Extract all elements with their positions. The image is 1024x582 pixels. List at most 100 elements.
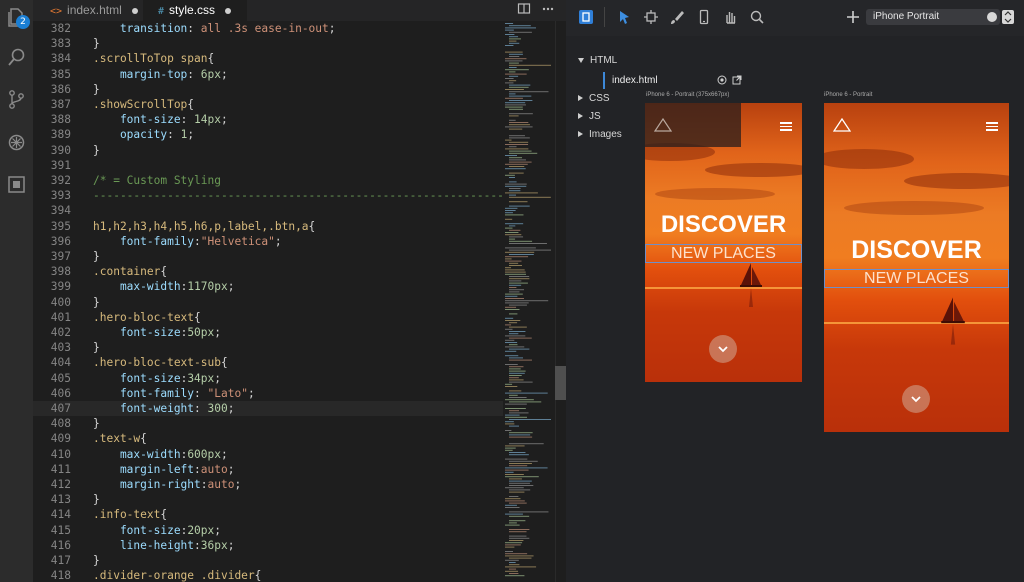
- unsaved-dot-icon[interactable]: [225, 7, 232, 14]
- code-line[interactable]: 392 /* = Custom Styling: [33, 173, 503, 188]
- unsaved-dot-icon[interactable]: [131, 7, 138, 14]
- more-actions-icon[interactable]: [541, 2, 555, 16]
- code-text: }: [93, 143, 100, 157]
- collapse-triangle-icon[interactable]: [578, 131, 583, 138]
- minimap[interactable]: [503, 21, 555, 582]
- code-line[interactable]: 402 font-size:50px;: [33, 325, 503, 340]
- code-text: .hero-bloc-text{: [93, 310, 201, 324]
- code-line[interactable]: 413}: [33, 492, 503, 507]
- hamburger-menu-icon[interactable]: [780, 122, 792, 131]
- code-line[interactable]: 411 margin-left:auto;: [33, 462, 503, 477]
- code-line[interactable]: 394: [33, 203, 503, 218]
- code-line[interactable]: 417}: [33, 553, 503, 568]
- code-line[interactable]: 404 .hero-bloc-text-sub{: [33, 355, 503, 370]
- code-line[interactable]: 412 margin-right:auto;: [33, 477, 503, 492]
- tree-file-index-html[interactable]: index.html: [603, 72, 751, 89]
- code-line[interactable]: 388 font-size: 14px;: [33, 112, 503, 127]
- code-line[interactable]: 395 h1,h2,h3,h4,h5,h6,p,label,.btn,a{: [33, 219, 503, 234]
- scroll-down-button[interactable]: [902, 385, 930, 413]
- code-text: font-size:50px;: [93, 326, 222, 339]
- line-number: 409: [50, 432, 71, 446]
- code-line[interactable]: 387 .showScrollTop{: [33, 97, 503, 112]
- tab-style-css[interactable]: # style.css: [143, 0, 247, 21]
- code-line[interactable]: 382 transition: all .3s ease-in-out;: [33, 21, 503, 36]
- line-number: 392: [50, 174, 71, 187]
- device-select[interactable]: iPhone Portrait: [866, 9, 1000, 25]
- code-line[interactable]: 416 line-height:36px;: [33, 538, 503, 553]
- tree-folder-css[interactable]: CSS: [578, 92, 610, 106]
- stepper-icon[interactable]: [1002, 10, 1014, 24]
- code-line[interactable]: 408}: [33, 416, 503, 431]
- split-editor-icon[interactable]: [517, 2, 531, 16]
- scrollbar-thumb[interactable]: [555, 366, 566, 400]
- code-line[interactable]: 386}: [33, 82, 503, 97]
- extensions-icon[interactable]: [6, 174, 27, 195]
- code-line[interactable]: 418 .divider-orange .divider{: [33, 568, 503, 582]
- search-icon[interactable]: [6, 47, 27, 68]
- code-line[interactable]: 410 max-width:600px;: [33, 447, 503, 462]
- code-line[interactable]: 390}: [33, 143, 503, 158]
- code-text: h1,h2,h3,h4,h5,h6,p,label,.btn,a{: [93, 219, 316, 233]
- code-line[interactable]: 407 font-weight: 300;: [33, 401, 503, 416]
- clear-icon[interactable]: [987, 12, 997, 22]
- source-control-icon[interactable]: [6, 89, 27, 110]
- device-preview-right[interactable]: DISCOVER NEW PLACES: [824, 103, 1009, 432]
- tab-index-html[interactable]: <> index.html: [33, 0, 141, 21]
- add-device-icon[interactable]: [845, 9, 861, 25]
- code-line[interactable]: 396 font-family:"Helvetica";: [33, 234, 503, 249]
- code-area[interactable]: 382 transition: all .3s ease-in-out; 383}…: [33, 21, 503, 582]
- line-number: 390: [50, 143, 71, 157]
- select-pointer-icon[interactable]: [616, 9, 632, 25]
- hamburger-menu-icon[interactable]: [986, 122, 998, 131]
- logo-triangle-icon[interactable]: [654, 118, 672, 132]
- mobile-device-icon[interactable]: [696, 9, 712, 25]
- code-line[interactable]: 393 -------------------------------------…: [33, 188, 503, 203]
- debug-icon[interactable]: [6, 132, 27, 153]
- code-line[interactable]: 391: [33, 158, 503, 173]
- open-external-icon[interactable]: [732, 75, 742, 85]
- toolbar-divider: [604, 7, 605, 27]
- code-line[interactable]: 415 font-size:20px;: [33, 523, 503, 538]
- expand-triangle-icon[interactable]: [578, 57, 584, 63]
- collapse-triangle-icon[interactable]: [578, 95, 583, 102]
- line-number: 412: [50, 478, 71, 491]
- code-line[interactable]: 399 max-width:1170px;: [33, 279, 503, 294]
- code-line[interactable]: 384 .scrollToTop span{: [33, 51, 503, 66]
- scroll-down-button[interactable]: [709, 335, 737, 363]
- line-number: 406: [50, 386, 71, 400]
- collapse-triangle-icon[interactable]: [578, 113, 583, 120]
- code-text: .info-text{: [93, 508, 168, 522]
- code-line[interactable]: 397}: [33, 249, 503, 264]
- zoom-search-icon[interactable]: [749, 9, 765, 25]
- tree-folder-images[interactable]: Images: [578, 128, 622, 142]
- changes-badge: 2: [16, 15, 30, 29]
- vertical-scrollbar[interactable]: [555, 21, 566, 582]
- crop-frame-icon[interactable]: [643, 9, 659, 25]
- code-text: max-width:1170px;: [93, 280, 235, 294]
- blocs-app-icon[interactable]: [578, 9, 594, 25]
- line-number: 396: [50, 234, 71, 248]
- target-icon[interactable]: [717, 75, 727, 85]
- chevron-down-icon: [911, 396, 921, 403]
- code-line[interactable]: 398 .container{: [33, 264, 503, 279]
- code-line[interactable]: 389 opacity: 1;: [33, 127, 503, 142]
- code-line[interactable]: 406 font-family: "Lato";: [33, 386, 503, 401]
- line-number: 411: [50, 462, 71, 476]
- tree-folder-js[interactable]: JS: [578, 110, 601, 124]
- code-line[interactable]: 403}: [33, 340, 503, 355]
- tree-folder-html[interactable]: HTML: [578, 54, 617, 68]
- code-line[interactable]: 409 .text-w{: [33, 431, 503, 446]
- device-preview-left[interactable]: DISCOVER NEW PLACES: [645, 103, 802, 382]
- brush-icon[interactable]: [669, 9, 685, 25]
- code-line[interactable]: 400}: [33, 295, 503, 310]
- code-line[interactable]: 385 margin-top: 6px;: [33, 67, 503, 82]
- tree-folder-label: JS: [589, 111, 601, 122]
- code-line[interactable]: 401 .hero-bloc-text{: [33, 310, 503, 325]
- logo-triangle-icon[interactable]: [833, 118, 851, 132]
- code-line[interactable]: 383}: [33, 36, 503, 51]
- hand-pan-icon[interactable]: [722, 9, 738, 25]
- editor-tab-bar: <> index.html # style.css: [33, 0, 566, 21]
- code-line[interactable]: 414 .info-text{: [33, 507, 503, 522]
- code-editor: <> index.html # style.css 382 transition: …: [33, 0, 566, 582]
- code-line[interactable]: 405 font-size:34px;: [33, 371, 503, 386]
